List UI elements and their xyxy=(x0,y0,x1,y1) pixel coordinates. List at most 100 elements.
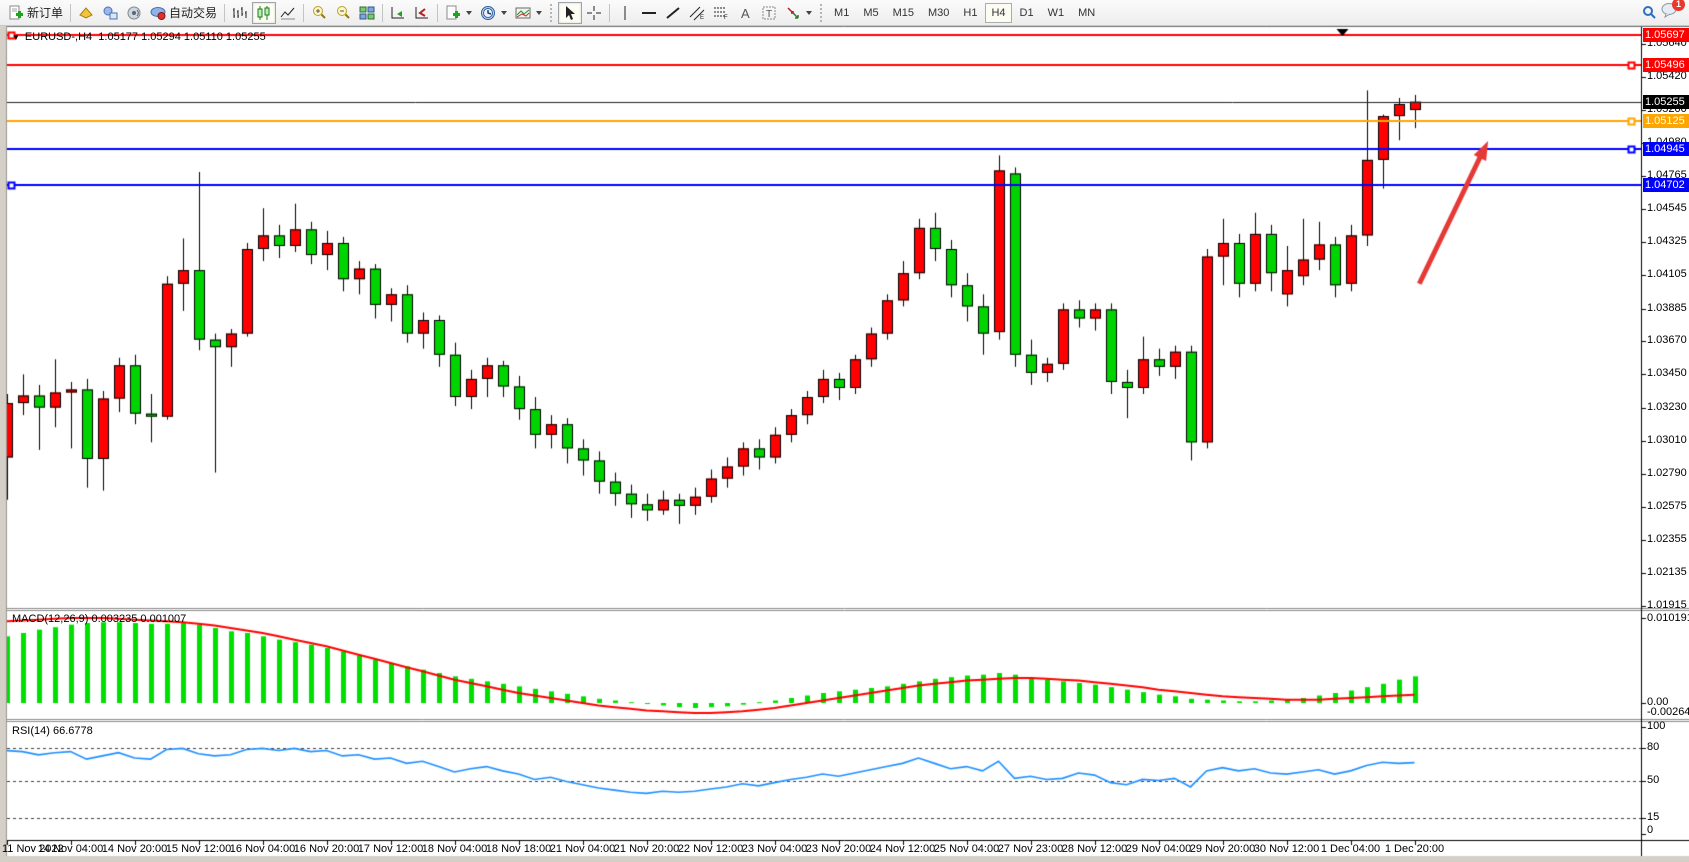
svg-text:A: A xyxy=(741,6,750,21)
autotrading-label: 自动交易 xyxy=(169,4,217,21)
date-tick-label: 30 Nov 12:00 xyxy=(1254,843,1319,855)
svg-text:E: E xyxy=(700,15,704,21)
chevron-down-icon xyxy=(501,11,507,15)
toolbar-separator xyxy=(609,4,610,22)
autotrading-button[interactable]: 自动交易 xyxy=(146,2,221,24)
date-tick-label: 24 Nov 12:00 xyxy=(870,843,935,855)
price-tick-label: 1.04545 xyxy=(1647,202,1687,214)
chevron-down-icon xyxy=(536,11,542,15)
toolbar-separator xyxy=(224,4,225,22)
toolbar-separator xyxy=(382,4,383,22)
date-tick-label: 14 Nov 04:00 xyxy=(38,843,103,855)
toolbar-grip xyxy=(820,4,824,22)
new-chart-dropdown[interactable] xyxy=(441,2,476,24)
tab-timeframe-H4[interactable]: H4 xyxy=(985,3,1011,23)
clock-icon xyxy=(480,5,496,21)
chart-shift-button[interactable] xyxy=(410,2,434,24)
shapes-dropdown[interactable] xyxy=(781,2,816,24)
new-chart-icon xyxy=(445,5,461,21)
vertical-line-icon xyxy=(617,5,633,21)
tile-windows-icon xyxy=(359,5,375,21)
shapes-icon xyxy=(785,5,801,21)
auto-scroll-button[interactable] xyxy=(386,2,410,24)
tab-timeframe-W1[interactable]: W1 xyxy=(1042,3,1071,23)
cursor-button[interactable] xyxy=(558,2,582,24)
price-tick-label: 1.01915 xyxy=(1647,599,1687,611)
chevron-down-icon xyxy=(806,11,812,15)
rsi-scale-label: 0 xyxy=(1647,824,1653,836)
date-tick-label: 21 Nov 04:00 xyxy=(550,843,615,855)
price-tick-label: 1.02575 xyxy=(1647,500,1687,512)
date-tick-label: 29 Nov 04:00 xyxy=(1126,843,1191,855)
price-line-badge: 1.04945 xyxy=(1643,142,1689,156)
rsi-scale-label: 100 xyxy=(1647,720,1665,732)
price-tick-label: 1.03450 xyxy=(1647,367,1687,379)
toolbar-separator xyxy=(437,4,438,22)
rsi-scale-label: 15 xyxy=(1647,811,1659,823)
date-tick-label: 18 Nov 18:00 xyxy=(486,843,551,855)
template-icon xyxy=(515,5,531,21)
chart-shift-icon xyxy=(414,5,430,21)
price-tick-label: 1.03885 xyxy=(1647,302,1687,314)
zoom-out-icon xyxy=(335,5,351,21)
tab-timeframe-MN[interactable]: MN xyxy=(1072,3,1101,23)
trendline-button[interactable] xyxy=(661,2,685,24)
templates-dropdown[interactable] xyxy=(511,2,546,24)
tile-windows-button[interactable] xyxy=(355,2,379,24)
zoom-in-button[interactable] xyxy=(307,2,331,24)
mt4-app: 新订单 自动交易 E F A T xyxy=(0,0,1689,862)
bar-chart-button[interactable] xyxy=(228,2,252,24)
zoom-in-icon xyxy=(311,5,327,21)
text-label-button[interactable]: T xyxy=(757,2,781,24)
collapse-icon: ▼ xyxy=(12,33,20,42)
date-tick-label: 17 Nov 12:00 xyxy=(358,843,423,855)
tab-timeframe-D1[interactable]: D1 xyxy=(1014,3,1040,23)
date-tick-label: 18 Nov 04:00 xyxy=(422,843,487,855)
text-button[interactable]: A xyxy=(733,2,757,24)
periods-dropdown[interactable] xyxy=(476,2,511,24)
price-line-badge: 1.05496 xyxy=(1643,58,1689,72)
ohlc-values: 1.05177 1.05294 1.05110 1.05255 xyxy=(98,31,265,43)
candlestick-chart-button[interactable] xyxy=(252,2,276,24)
rsi-label: RSI(14) 66.6778 xyxy=(12,725,93,737)
vertical-line-button[interactable] xyxy=(613,2,637,24)
tab-timeframe-H1[interactable]: H1 xyxy=(957,3,983,23)
tab-timeframe-M30[interactable]: M30 xyxy=(922,3,955,23)
toolbar-separator xyxy=(70,4,71,22)
rsi-scale-label: 80 xyxy=(1647,741,1659,753)
wizard-icon xyxy=(78,5,94,21)
fibonacci-button[interactable]: F xyxy=(709,2,733,24)
new-order-button[interactable]: 新订单 xyxy=(4,2,67,24)
tab-timeframe-M15[interactable]: M15 xyxy=(887,3,920,23)
line-chart-icon xyxy=(280,5,296,21)
svg-text:T: T xyxy=(766,9,772,20)
tab-timeframe-M1[interactable]: M1 xyxy=(828,3,855,23)
svg-text:F: F xyxy=(724,15,728,21)
date-tick-label: 23 Nov 20:00 xyxy=(806,843,871,855)
zoom-out-button[interactable] xyxy=(331,2,355,24)
date-tick-label: 16 Nov 20:00 xyxy=(294,843,359,855)
horizontal-line-button[interactable] xyxy=(637,2,661,24)
search-icon xyxy=(1641,5,1657,21)
date-tick-label: 15 Nov 12:00 xyxy=(166,843,231,855)
crosshair-button[interactable] xyxy=(582,2,606,24)
price-line-badge: 1.05697 xyxy=(1643,28,1689,42)
channel-button[interactable]: E xyxy=(685,2,709,24)
signals-button[interactable] xyxy=(122,2,146,24)
timeframe-group: M1M5M15M30H1H4D1W1MN xyxy=(828,3,1101,23)
chart-canvas[interactable] xyxy=(0,0,1689,862)
horizontal-line-icon xyxy=(641,5,657,21)
market-watch-button[interactable] xyxy=(98,2,122,24)
price-tick-label: 1.04325 xyxy=(1647,235,1687,247)
candlestick-icon xyxy=(256,5,272,21)
price-tick-label: 1.03010 xyxy=(1647,434,1687,446)
line-chart-button[interactable] xyxy=(276,2,300,24)
notifications-button[interactable]: 1 xyxy=(1661,2,1679,23)
chart-wizard-button[interactable] xyxy=(74,2,98,24)
date-tick-label: 14 Nov 20:00 xyxy=(102,843,167,855)
autotrading-icon xyxy=(150,5,166,21)
tab-timeframe-M5[interactable]: M5 xyxy=(857,3,884,23)
macd-scale-max: 0.010191 xyxy=(1647,612,1689,624)
rsi-scale-label: 50 xyxy=(1647,774,1659,786)
search-button[interactable] xyxy=(1637,2,1661,24)
